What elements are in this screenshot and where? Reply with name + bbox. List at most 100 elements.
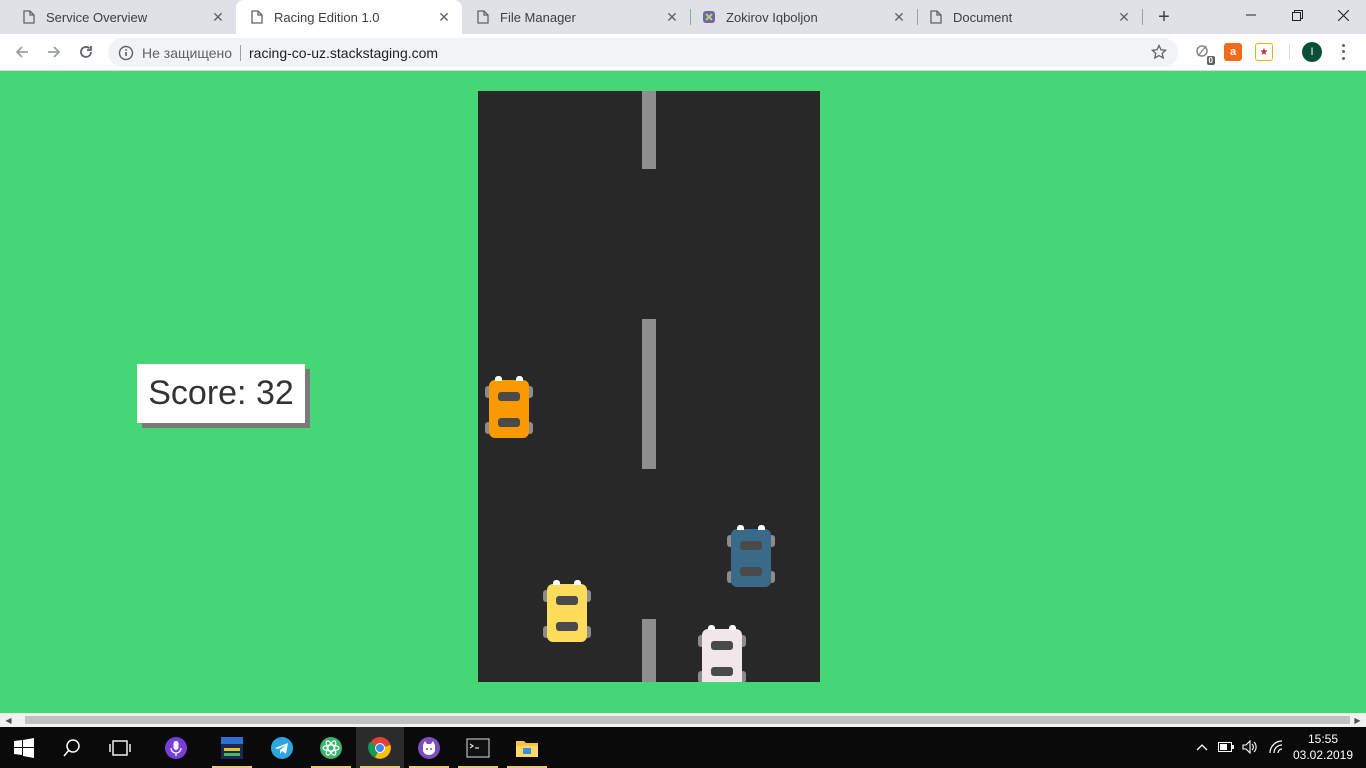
car-windshield: [556, 596, 578, 605]
terminal-icon: [466, 737, 490, 758]
omnibox-divider: [240, 44, 241, 61]
volume-icon[interactable]: [1240, 737, 1260, 757]
wifi-icon[interactable]: [1266, 737, 1286, 757]
car-body: [731, 529, 771, 587]
player-car[interactable]: [485, 376, 533, 440]
clock-date: 03.02.2019: [1292, 748, 1354, 762]
page-icon: [250, 10, 264, 24]
page-icon: [22, 10, 36, 24]
tab-file-manager[interactable]: File Manager ✕: [462, 0, 690, 34]
atom-button[interactable]: [307, 727, 355, 768]
battery-icon[interactable]: [1216, 737, 1236, 757]
lane-line: [642, 319, 656, 469]
score-text: Score: 32: [148, 374, 294, 412]
tab-service-overview[interactable]: Service Overview ✕: [0, 0, 236, 34]
app-icon: [702, 10, 716, 24]
restore-button[interactable]: [1274, 0, 1320, 30]
close-icon[interactable]: ✕: [210, 9, 226, 25]
shopping-extension-icon[interactable]: ★: [1255, 43, 1273, 61]
scroll-left-icon[interactable]: ◀: [0, 713, 17, 727]
arrow-left-icon: [15, 46, 28, 58]
file-explorer-button[interactable]: [503, 727, 551, 768]
page-icon: [476, 10, 490, 24]
url-text[interactable]: racing-co-uz.stackstaging.com: [249, 45, 438, 61]
enemy-car-white: [698, 625, 746, 682]
browser-tab-strip: Service Overview ✕ Racing Edition 1.0 ✕ …: [0, 0, 1366, 34]
windows-taskbar: 15:55 03.02.2019: [0, 727, 1366, 768]
car-headlight: [737, 525, 744, 530]
minimize-button[interactable]: [1228, 0, 1274, 30]
tab-title: Document: [953, 9, 1013, 25]
address-bar[interactable]: Не защищено racing-co-uz.stackstaging.co…: [108, 38, 1178, 67]
enemy-car-blue: [727, 525, 775, 589]
close-icon[interactable]: ✕: [891, 9, 907, 25]
cortana-mic-icon: [165, 736, 187, 759]
car-headlight: [553, 580, 560, 585]
car-windshield: [711, 641, 733, 650]
cortana-button[interactable]: [152, 727, 200, 768]
scroll-right-icon[interactable]: ▶: [1349, 713, 1366, 727]
reload-icon: [80, 46, 92, 58]
car-headlight: [708, 625, 715, 630]
game-page: Score: 32: [0, 71, 1366, 713]
lane-line: [642, 91, 656, 169]
start-button[interactable]: [0, 727, 48, 768]
reload-button[interactable]: [74, 40, 98, 64]
calendar-app-icon: [221, 736, 243, 759]
profile-avatar[interactable]: I: [1302, 42, 1322, 62]
new-tab-button[interactable]: +: [1152, 5, 1176, 29]
close-icon[interactable]: ✕: [664, 9, 680, 25]
car-rear-window: [740, 567, 762, 576]
file-explorer-icon: [516, 740, 538, 757]
calendar-app-button[interactable]: [208, 727, 256, 768]
window-close-button[interactable]: [1320, 0, 1366, 30]
aliexpress-extension-icon[interactable]: a: [1224, 43, 1242, 61]
car-headlight: [574, 580, 581, 585]
chrome-button[interactable]: [356, 727, 404, 768]
telegram-button[interactable]: [258, 727, 306, 768]
tray-overflow-icon[interactable]: [1192, 737, 1212, 757]
chrome-icon: [368, 736, 391, 759]
github-desktop-icon: [418, 736, 440, 759]
tab-title: Service Overview: [46, 9, 148, 25]
system-clock[interactable]: 15:55 03.02.2019: [1290, 731, 1356, 763]
car-rear-window: [498, 418, 520, 427]
car-body: [547, 584, 587, 642]
task-view-icon: [109, 739, 131, 756]
horizontal-scrollbar[interactable]: ◀ ▶: [0, 713, 1366, 727]
info-icon[interactable]: [118, 45, 134, 61]
minimize-icon: [1246, 14, 1256, 16]
arrow-right-icon: [48, 46, 61, 58]
close-icon[interactable]: ✕: [1116, 9, 1132, 25]
github-desktop-button[interactable]: [405, 727, 453, 768]
car-headlight: [495, 376, 502, 381]
tab-racing-edition[interactable]: Racing Edition 1.0 ✕: [236, 0, 462, 34]
search-button[interactable]: [48, 727, 96, 768]
menu-button[interactable]: [1336, 42, 1350, 62]
tab-zokirov-iqboljon[interactable]: Zokirov Iqboljon ✕: [690, 0, 917, 34]
security-label[interactable]: Не защищено: [142, 45, 232, 61]
tab-document[interactable]: Document ✕: [917, 0, 1142, 34]
task-view-button[interactable]: [96, 727, 144, 768]
forward-button[interactable]: [42, 40, 66, 64]
score-display: Score: 32: [137, 364, 305, 423]
back-button[interactable]: [10, 40, 34, 64]
close-icon: [1337, 9, 1349, 21]
page-icon: [929, 10, 943, 24]
road: [478, 91, 820, 682]
close-icon[interactable]: ✕: [436, 9, 452, 25]
restore-icon: [1291, 9, 1303, 21]
browser-toolbar: Не защищено racing-co-uz.stackstaging.co…: [0, 34, 1366, 71]
menu-dot: [1341, 43, 1345, 47]
windows-logo-icon: [14, 737, 34, 758]
tab-title: Racing Edition 1.0: [274, 9, 380, 25]
telegram-icon: [271, 736, 293, 759]
terminal-button[interactable]: [454, 727, 502, 768]
scrollbar-thumb[interactable]: [25, 716, 1350, 724]
extension-badge: 0: [1206, 56, 1215, 65]
bookmark-star-icon[interactable]: [1150, 43, 1168, 61]
downloads-extension-icon[interactable]: 0: [1193, 43, 1215, 65]
car-body: [489, 380, 529, 438]
car-headlight: [758, 525, 765, 530]
lane-line: [642, 619, 656, 682]
